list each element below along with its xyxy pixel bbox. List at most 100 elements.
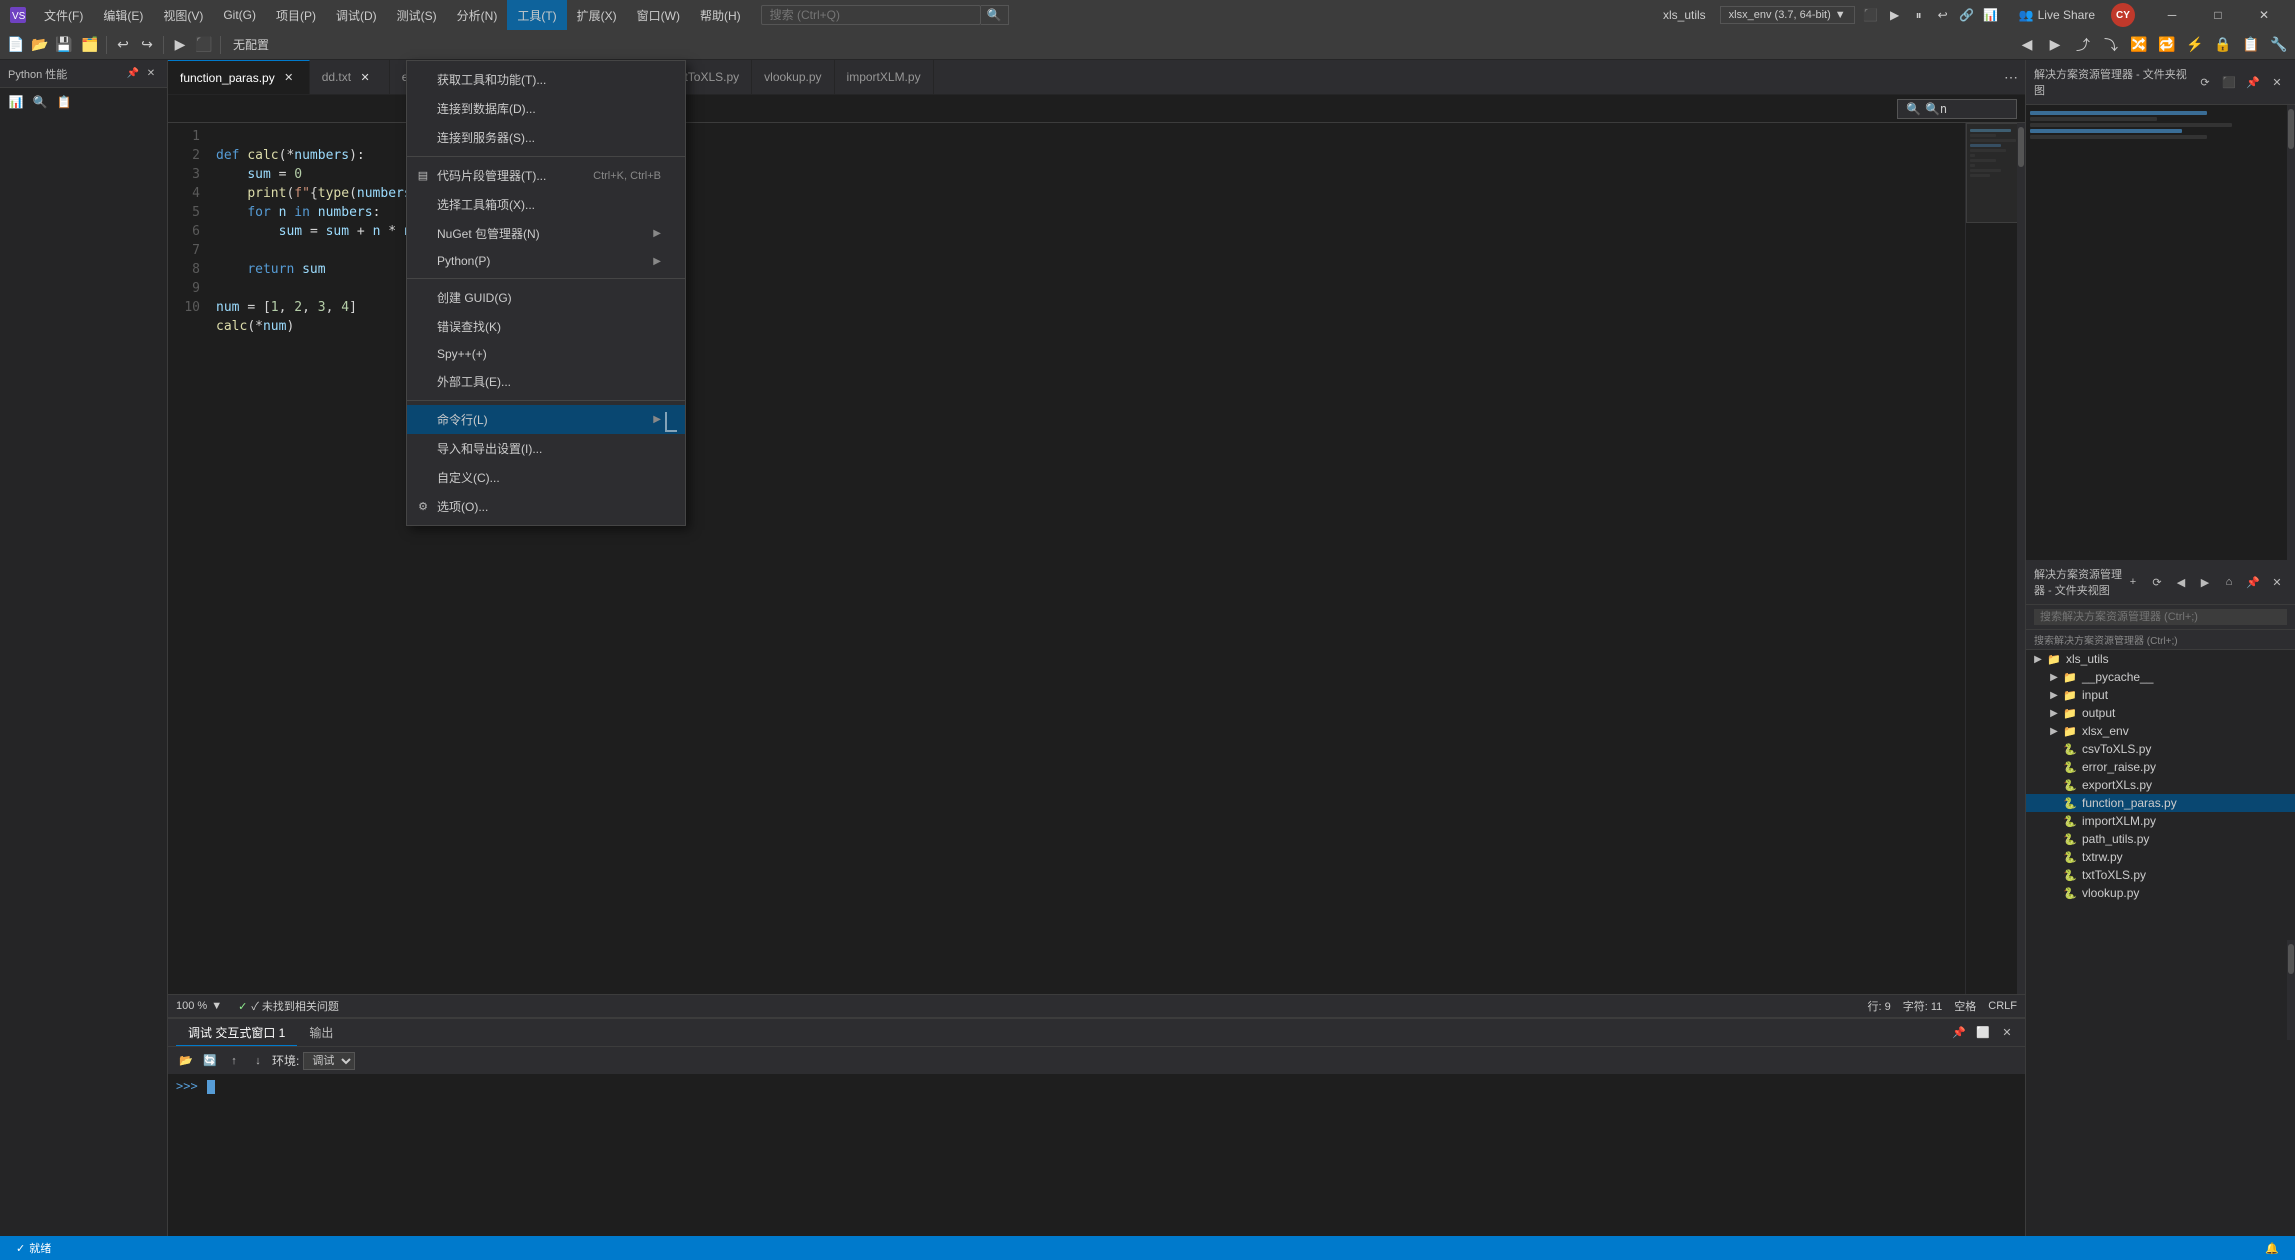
tree-path-utils[interactable]: 🐍 path_utils.py <box>2026 830 2295 848</box>
menu-file[interactable]: 文件(F) <box>34 0 93 30</box>
menu-external-tools[interactable]: 外部工具(E)... <box>407 367 685 396</box>
tab-function-paras-close[interactable]: ✕ <box>281 70 297 86</box>
tree-vlookup[interactable]: 🐍 vlookup.py <box>2026 884 2295 902</box>
live-share-button[interactable]: 👥 Live Share <box>2009 8 2105 22</box>
tree-output[interactable]: ▶ 📁 output <box>2026 704 2295 722</box>
menu-test[interactable]: 测试(S) <box>387 0 447 30</box>
env-selector[interactable]: xlsx_env (3.7, 64-bit) ▼ <box>1720 6 1855 24</box>
menu-tools[interactable]: 工具(T) <box>507 0 566 30</box>
tree-root[interactable]: ▶ 📁 xls_utils <box>2026 650 2295 668</box>
menu-options[interactable]: ⚙ 选项(O)... <box>407 492 685 521</box>
menu-project[interactable]: 项目(P) <box>266 0 326 30</box>
preview-scrollbar-thumb[interactable] <box>2288 109 2294 149</box>
menu-view[interactable]: 视图(V) <box>153 0 213 30</box>
minimize-button[interactable]: ─ <box>2149 0 2195 30</box>
sol-close-bottom-btn[interactable]: ✕ <box>2267 572 2287 592</box>
minimap-scrollbar[interactable] <box>2018 127 2024 167</box>
tab-dd-txt-close[interactable]: ✕ <box>357 69 373 85</box>
toolbar-extra-btn4[interactable]: ↩ <box>1933 5 1953 25</box>
new-file-btn[interactable]: 📄 <box>4 33 28 57</box>
sol-back-btn[interactable]: ◀ <box>2171 572 2191 592</box>
left-panel-pin[interactable]: 📌 <box>125 66 141 82</box>
status-notification[interactable]: 🔔 <box>2257 1242 2287 1255</box>
tab-function-paras[interactable]: function_paras.py ✕ <box>168 60 310 95</box>
terminal-tab-debug[interactable]: 调试 交互式窗口 1 <box>176 1019 297 1046</box>
save-all-btn[interactable]: 🗂️ <box>78 33 102 57</box>
toolbar-extra1[interactable]: ◀ <box>2015 33 2039 57</box>
tree-error-raise[interactable]: 🐍 error_raise.py <box>2026 758 2295 776</box>
terminal-down-btn[interactable]: ↓ <box>248 1051 268 1071</box>
menu-python[interactable]: Python(P) ▶ <box>407 248 685 274</box>
problem-check[interactable]: ✓ ✓ 未找到相关问题 <box>238 998 339 1014</box>
toolbar-extra8[interactable]: 🔒 <box>2211 33 2235 57</box>
toolbar-extra4[interactable]: ⤵ <box>2099 33 2123 57</box>
terminal-restart-btn[interactable]: 🔄 <box>200 1051 220 1071</box>
terminal-content[interactable]: >>> <box>168 1075 2025 1238</box>
sol-search-input[interactable] <box>2034 609 2287 625</box>
sol-pin-btn[interactable]: 📌 <box>2243 72 2263 92</box>
tab-dd-txt[interactable]: dd.txt ✕ <box>310 60 390 95</box>
nav-search-box[interactable]: 🔍 🔍n <box>1897 99 2017 119</box>
toolbar-extra-btn6[interactable]: 📊 <box>1981 5 2001 25</box>
user-avatar[interactable]: CY <box>2111 3 2135 27</box>
panel-icon-chart[interactable]: 📊 <box>6 92 26 112</box>
tree-txttoxls[interactable]: 🐍 txtToXLS.py <box>2026 866 2295 884</box>
panel-icon-list[interactable]: 📋 <box>54 92 74 112</box>
menu-help[interactable]: 帮助(H) <box>690 0 751 30</box>
sol-close-top-btn[interactable]: ✕ <box>2267 72 2287 92</box>
panel-icon-search[interactable]: 🔍 <box>30 92 50 112</box>
toolbar-extra-btn5[interactable]: 🔗 <box>1957 5 1977 25</box>
tree-function-paras[interactable]: 🐍 function_paras.py <box>2026 794 2295 812</box>
tab-importxlm[interactable]: importXLM.py <box>835 60 934 95</box>
menu-window[interactable]: 窗口(W) <box>627 0 690 30</box>
tree-csvtoxls[interactable]: 🐍 csvToXLS.py <box>2026 740 2295 758</box>
env-select[interactable]: 调试 <box>303 1052 355 1070</box>
open-file-btn[interactable]: 📂 <box>28 33 52 57</box>
maximize-button[interactable]: □ <box>2195 0 2241 30</box>
tree-exportxls[interactable]: 🐍 exportXLs.py <box>2026 776 2295 794</box>
tree-importxlm[interactable]: 🐍 importXLM.py <box>2026 812 2295 830</box>
menu-extensions[interactable]: 扩展(X) <box>567 0 627 30</box>
sol-refresh-btn[interactable]: ⟳ <box>2147 572 2167 592</box>
menu-command-line[interactable]: 命令行(L) ▶ <box>407 405 685 434</box>
menu-import-export[interactable]: 导入和导出设置(I)... <box>407 434 685 463</box>
toolbar-extra2[interactable]: ▶ <box>2043 33 2067 57</box>
toolbar-extra-btn3[interactable]: ⏸ <box>1909 5 1929 25</box>
start-debug-btn[interactable]: ▶ <box>168 33 192 57</box>
terminal-folder-btn[interactable]: 📂 <box>176 1051 196 1071</box>
menu-edit[interactable]: 编辑(E) <box>93 0 153 30</box>
sol-add-btn[interactable]: + <box>2123 572 2143 592</box>
tree-pycache[interactable]: ▶ 📁 __pycache__ <box>2026 668 2295 686</box>
tabs-more-btn[interactable]: ⋯ <box>2001 67 2021 87</box>
menu-connect-db[interactable]: 连接到数据库(D)... <box>407 94 685 123</box>
toolbar-extra6[interactable]: 🔁 <box>2155 33 2179 57</box>
sol-collapse-btn[interactable]: ⬛ <box>2219 72 2239 92</box>
terminal-float-btn[interactable]: ⬜ <box>1973 1023 1993 1043</box>
terminal-pin-btn[interactable]: 📌 <box>1949 1023 1969 1043</box>
menu-git[interactable]: Git(G) <box>213 0 266 30</box>
toolbar-extra5[interactable]: 🔀 <box>2127 33 2151 57</box>
menu-analyze[interactable]: 分析(N) <box>447 0 508 30</box>
zoom-control[interactable]: 100 % ▼ <box>176 1000 222 1012</box>
toolbar-extra10[interactable]: 🔧 <box>2267 33 2291 57</box>
tree-xlsx-env[interactable]: ▶ 📁 xlsx_env <box>2026 722 2295 740</box>
menu-create-guid[interactable]: 创建 GUID(G) <box>407 283 685 312</box>
menu-debug[interactable]: 调试(D) <box>326 0 387 30</box>
menu-select-toolbox[interactable]: 选择工具箱项(X)... <box>407 190 685 219</box>
terminal-up-btn[interactable]: ↑ <box>224 1051 244 1071</box>
terminal-close-btn[interactable]: ✕ <box>1997 1023 2017 1043</box>
save-btn[interactable]: 💾 <box>52 33 76 57</box>
tree-txtrw[interactable]: 🐍 txtrw.py <box>2026 848 2295 866</box>
toolbar-extra-btn1[interactable]: ⬛ <box>1861 5 1881 25</box>
toolbar-extra3[interactable]: ⤴ <box>2071 33 2095 57</box>
stop-debug-btn[interactable]: ⬛ <box>192 33 216 57</box>
menu-nuget[interactable]: NuGet 包管理器(N) ▶ <box>407 219 685 248</box>
tab-vlookup[interactable]: vlookup.py <box>752 60 834 95</box>
menu-customize[interactable]: 自定义(C)... <box>407 463 685 492</box>
sol-home-btn[interactable]: ⌂ <box>2219 572 2239 592</box>
search-button[interactable]: 🔍 <box>981 5 1009 25</box>
sol-forward-btn[interactable]: ▶ <box>2195 572 2215 592</box>
toolbar-extra7[interactable]: ⚡ <box>2183 33 2207 57</box>
search-input[interactable] <box>761 5 981 25</box>
left-panel-close[interactable]: ✕ <box>143 66 159 82</box>
